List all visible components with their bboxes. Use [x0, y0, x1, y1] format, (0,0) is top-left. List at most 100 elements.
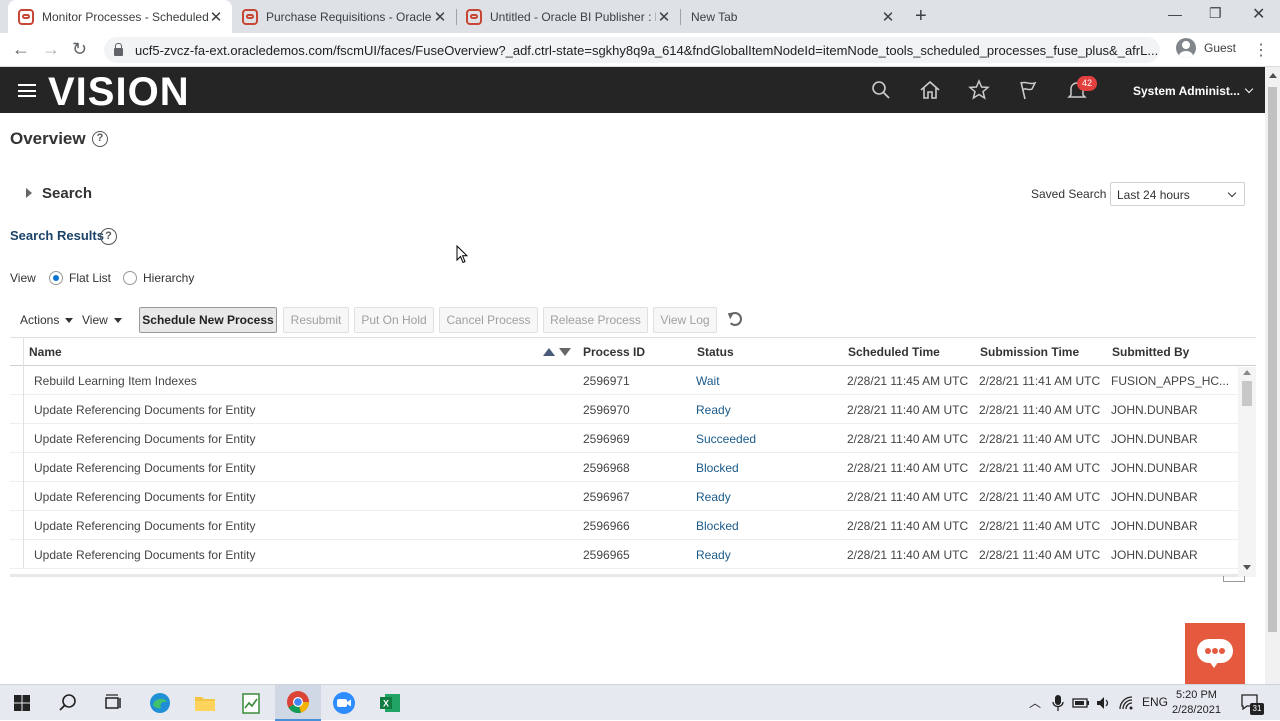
cell-status-link[interactable]: Ready: [696, 403, 731, 417]
search-section-toggle[interactable]: Search: [26, 185, 92, 202]
home-icon[interactable]: [919, 79, 941, 101]
put-on-hold-button[interactable]: Put On Hold: [354, 307, 434, 333]
view-menu[interactable]: View: [82, 313, 122, 327]
user-menu[interactable]: System Administ...: [1133, 84, 1254, 98]
sort-ascending-icon[interactable]: [543, 348, 555, 356]
column-header-process-id[interactable]: Process ID: [583, 345, 645, 359]
browser-menu-icon[interactable]: ⋮: [1253, 40, 1269, 60]
cell-scheduled-time: 2/28/21 11:40 AM UTC: [847, 461, 969, 475]
forward-icon[interactable]: →: [42, 39, 60, 60]
table-row[interactable]: Update Referencing Documents for Entity …: [10, 453, 1238, 482]
close-tab-icon[interactable]: ✕: [208, 8, 224, 26]
help-icon[interactable]: ?: [100, 228, 117, 245]
browser-tab[interactable]: New Tab ✕: [680, 0, 904, 33]
column-header-status[interactable]: Status: [697, 345, 734, 359]
page-scroll-thumb[interactable]: [1268, 87, 1277, 632]
tray-overflow-chevron-icon[interactable]: ︿: [1029, 694, 1041, 711]
row-header-cell: [10, 511, 24, 540]
column-header-name[interactable]: Name: [29, 345, 62, 359]
cell-submitted-by: JOHN.DUNBAR: [1111, 461, 1198, 475]
zoom-icon[interactable]: [331, 690, 357, 716]
actions-menu[interactable]: Actions: [20, 313, 74, 327]
release-process-button[interactable]: Release Process: [543, 307, 648, 333]
help-icon[interactable]: ?: [92, 131, 108, 147]
cell-name: Update Referencing Documents for Entity: [34, 548, 256, 562]
table-row[interactable]: Update Referencing Documents for Entity …: [10, 540, 1238, 569]
maximize-icon[interactable]: ❐: [1209, 5, 1222, 22]
close-tab-icon[interactable]: ✕: [432, 8, 448, 26]
table-scroll-thumb[interactable]: [1242, 381, 1252, 406]
cell-scheduled-time: 2/28/21 11:40 AM UTC: [847, 432, 969, 446]
cancel-process-button[interactable]: Cancel Process: [439, 307, 538, 333]
column-header-scheduled-time[interactable]: Scheduled Time: [848, 345, 940, 359]
vision-logo[interactable]: VISION: [48, 70, 190, 115]
reload-icon[interactable]: ↻: [72, 39, 87, 60]
table-scrollbar[interactable]: [1238, 367, 1256, 577]
sort-descending-icon[interactable]: [559, 348, 571, 356]
flat-list-radio[interactable]: [49, 271, 63, 285]
cell-status-link[interactable]: Ready: [696, 548, 731, 562]
microphone-icon[interactable]: [1052, 694, 1064, 712]
cell-name: Update Referencing Documents for Entity: [34, 461, 256, 475]
battery-icon[interactable]: [1072, 696, 1090, 710]
browser-tab[interactable]: Monitor Processes - Scheduled P ✕: [8, 0, 232, 33]
volume-icon[interactable]: [1095, 695, 1111, 711]
scroll-down-icon[interactable]: [1243, 565, 1251, 570]
cell-status-link[interactable]: Ready: [696, 490, 731, 504]
search-icon[interactable]: [870, 79, 892, 101]
hierarchy-radio[interactable]: [123, 271, 137, 285]
table-row[interactable]: Rebuild Learning Item Indexes 2596971 Wa…: [10, 366, 1238, 395]
horizontal-scrollbar[interactable]: [10, 574, 1238, 577]
profile-button[interactable]: Guest: [1176, 38, 1236, 58]
system-clock[interactable]: 5:20 PM 2/28/2021: [1172, 688, 1221, 718]
search-icon[interactable]: [55, 690, 81, 716]
saved-search-label: Saved Search: [1031, 187, 1107, 201]
cell-status-link[interactable]: Blocked: [696, 461, 739, 475]
chat-button[interactable]: [1185, 623, 1245, 684]
scroll-up-icon[interactable]: [1269, 73, 1277, 78]
minimize-icon[interactable]: —: [1168, 6, 1182, 22]
excel-icon[interactable]: X: [377, 690, 403, 716]
cell-status-link[interactable]: Blocked: [696, 519, 739, 533]
favorites-star-icon[interactable]: [968, 79, 990, 101]
close-window-icon[interactable]: ✕: [1252, 4, 1265, 24]
page-scrollbar[interactable]: [1265, 67, 1280, 684]
chrome-taskbar-button[interactable]: [275, 685, 321, 721]
url-field[interactable]: ucf5-zvcz-fa-ext.oracledemos.com/fscmUI/…: [104, 37, 1160, 63]
cell-process-id: 2596967: [583, 490, 630, 504]
input-language[interactable]: ENG: [1142, 695, 1168, 709]
column-header-submitted-by[interactable]: Submitted By: [1112, 345, 1189, 359]
close-tab-icon[interactable]: ✕: [880, 8, 896, 26]
table-row[interactable]: Update Referencing Documents for Entity …: [10, 511, 1238, 540]
refresh-icon[interactable]: [728, 312, 742, 326]
table-row[interactable]: Update Referencing Documents for Entity …: [10, 482, 1238, 511]
flat-list-label[interactable]: Flat List: [69, 271, 111, 285]
oracle-favicon-icon: [242, 8, 258, 25]
watchlist-flag-icon[interactable]: [1017, 79, 1039, 101]
column-header-submission-time[interactable]: Submission Time: [980, 345, 1079, 359]
table-row[interactable]: Update Referencing Documents for Entity …: [10, 395, 1238, 424]
schedule-new-process-button[interactable]: Schedule New Process: [139, 307, 277, 333]
close-tab-icon[interactable]: ✕: [656, 8, 672, 26]
hierarchy-label[interactable]: Hierarchy: [143, 271, 194, 285]
cell-status-link[interactable]: Succeeded: [696, 432, 756, 446]
notepad-chart-icon[interactable]: [238, 690, 264, 716]
scroll-up-icon[interactable]: [1243, 370, 1251, 375]
table-row[interactable]: Update Referencing Documents for Entity …: [10, 424, 1238, 453]
browser-tab[interactable]: Purchase Requisitions - Oracle Ap ✕: [232, 0, 456, 33]
edge-browser-icon[interactable]: [147, 690, 173, 716]
windows-start-icon[interactable]: [9, 690, 35, 716]
hamburger-menu-icon[interactable]: [18, 84, 36, 97]
resubmit-button[interactable]: Resubmit: [283, 307, 349, 333]
back-icon[interactable]: ←: [12, 39, 30, 60]
task-view-icon[interactable]: [100, 690, 126, 716]
svg-text:X: X: [383, 699, 389, 709]
cell-status-link[interactable]: Wait: [696, 374, 720, 388]
wifi-icon[interactable]: [1118, 695, 1134, 711]
file-explorer-icon[interactable]: [192, 690, 218, 716]
browser-tab[interactable]: Untitled - Oracle BI Publisher : Da ✕: [456, 0, 680, 33]
new-tab-icon[interactable]: +: [915, 5, 927, 28]
saved-search-select[interactable]: Last 24 hours: [1110, 182, 1245, 206]
view-log-button[interactable]: View Log: [653, 307, 717, 333]
column-freeze-handle[interactable]: [1223, 576, 1245, 582]
